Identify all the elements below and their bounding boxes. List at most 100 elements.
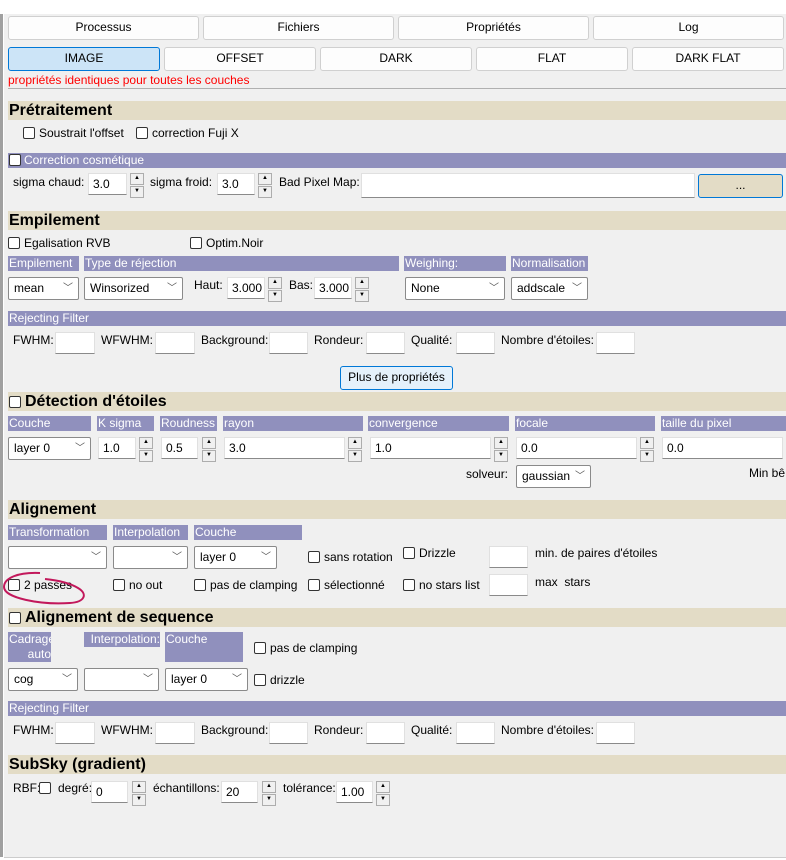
align-layer-select[interactable]: layer 0 ﹀ bbox=[194, 546, 277, 569]
solver-select[interactable]: gaussian ﹀ bbox=[516, 465, 591, 488]
norot-checkbox[interactable] bbox=[308, 551, 320, 563]
transformation-select[interactable]: ﹀ bbox=[8, 546, 107, 569]
wfwhm-input-2[interactable] bbox=[155, 722, 195, 744]
nstars-input-2[interactable] bbox=[596, 722, 635, 744]
transformation-label: Transformation bbox=[8, 525, 107, 540]
rejection-select[interactable]: Winsorized ﹀ bbox=[84, 277, 183, 300]
seq-align-checkbox[interactable] bbox=[9, 612, 21, 624]
nostars-checkbox[interactable] bbox=[403, 579, 415, 591]
tab-flat[interactable]: FLAT bbox=[476, 47, 628, 71]
pixel-size-input[interactable]: 0.0 bbox=[662, 437, 783, 459]
qualite-label-2: Qualité: bbox=[411, 723, 453, 737]
detect-layer-select[interactable]: layer 0 ﹀ bbox=[8, 437, 91, 460]
tolerance-input[interactable]: 1.00 bbox=[336, 781, 373, 803]
tab-dark[interactable]: DARK bbox=[320, 47, 472, 71]
bpm-browse-button[interactable]: ... bbox=[698, 174, 783, 198]
noout-checkbox[interactable] bbox=[113, 579, 125, 591]
tab-dark-flat[interactable]: DARK FLAT bbox=[632, 47, 784, 71]
detection-checkbox[interactable] bbox=[9, 396, 21, 408]
rondeur-input[interactable] bbox=[366, 332, 405, 354]
radius-spinner[interactable]: ▲ ▼ bbox=[348, 437, 362, 462]
sigma-cold-spinner[interactable]: ▲ ▼ bbox=[258, 173, 272, 198]
seq-drizzle-checkbox[interactable] bbox=[254, 674, 266, 686]
divider bbox=[8, 88, 786, 89]
degree-spinner[interactable]: ▲ ▼ bbox=[132, 781, 146, 806]
tab-fichiers[interactable]: Fichiers bbox=[203, 16, 394, 40]
convergence-input[interactable]: 1.0 bbox=[370, 437, 491, 459]
seq-layer-select[interactable]: layer 0 ﹀ bbox=[165, 668, 248, 691]
tab-image[interactable]: IMAGE bbox=[8, 47, 160, 71]
radius-label: rayon bbox=[223, 416, 363, 431]
wfwhm-input[interactable] bbox=[155, 332, 195, 354]
rbf-checkbox[interactable] bbox=[39, 782, 51, 794]
convergence-spinner[interactable]: ▲ ▼ bbox=[494, 437, 508, 462]
fwhm-label-2: FWHM: bbox=[13, 723, 54, 737]
sigma-cold-input[interactable]: 3.0 bbox=[217, 173, 255, 195]
section-alignement: Alignement bbox=[8, 500, 786, 519]
stack-method-select[interactable]: mean ﹀ bbox=[8, 277, 79, 300]
noclamp-checkbox[interactable] bbox=[194, 579, 206, 591]
ksigma-input[interactable]: 1.0 bbox=[98, 437, 136, 459]
qualite-input[interactable] bbox=[456, 332, 495, 354]
crop-label: Cadrage auto bbox=[8, 632, 51, 662]
rejecting-filter-bar: Rejecting Filter bbox=[8, 311, 786, 326]
background-input[interactable] bbox=[269, 332, 308, 354]
fuji-checkbox[interactable] bbox=[136, 127, 148, 139]
rvb-checkbox[interactable] bbox=[8, 237, 20, 249]
background-input-2[interactable] bbox=[269, 722, 308, 744]
sigma-hot-spinner[interactable]: ▲ ▼ bbox=[130, 173, 144, 198]
radius-input[interactable]: 3.0 bbox=[224, 437, 345, 459]
roundness-spinner[interactable]: ▲ ▼ bbox=[202, 437, 216, 462]
focal-spinner[interactable]: ▲ ▼ bbox=[640, 437, 654, 462]
section-empilement: Empilement bbox=[8, 211, 786, 230]
maxstars-input[interactable] bbox=[489, 574, 528, 596]
selected-checkbox[interactable] bbox=[308, 579, 320, 591]
seq-noclamp-checkbox[interactable] bbox=[254, 642, 266, 654]
tolerance-spinner[interactable]: ▲ ▼ bbox=[376, 781, 390, 806]
tab-log[interactable]: Log bbox=[593, 16, 784, 40]
qualite-input-2[interactable] bbox=[456, 722, 495, 744]
samples-spinner[interactable]: ▲ ▼ bbox=[262, 781, 276, 806]
fwhm-input-2[interactable] bbox=[55, 722, 95, 744]
tab-processus[interactable]: Processus bbox=[8, 16, 199, 40]
crop-select[interactable]: cog ﹀ bbox=[8, 668, 78, 691]
convergence-label: convergence bbox=[368, 416, 509, 431]
wfwhm-label: WFWHM: bbox=[101, 333, 153, 347]
drizzle-label: Drizzle bbox=[419, 546, 456, 560]
bas-spinner[interactable]: ▲ ▼ bbox=[355, 277, 369, 302]
haut-input[interactable]: 3.000 bbox=[227, 277, 265, 299]
drizzle-checkbox[interactable] bbox=[403, 547, 415, 559]
annotation-circle bbox=[2, 571, 85, 605]
interpolation-select[interactable]: ﹀ bbox=[113, 546, 188, 569]
tab-proprietes[interactable]: Propriétés bbox=[398, 16, 589, 40]
more-properties-button[interactable]: Plus de propriétés bbox=[340, 366, 453, 390]
noir-checkbox[interactable] bbox=[190, 237, 202, 249]
offset-checkbox[interactable] bbox=[23, 127, 35, 139]
rejecting-filter-bar-2: Rejecting Filter bbox=[8, 701, 786, 716]
degree-input[interactable]: 0 bbox=[91, 781, 128, 803]
weighing-select[interactable]: None ﹀ bbox=[405, 277, 505, 300]
panel-splitter[interactable] bbox=[0, 14, 3, 857]
fwhm-input[interactable] bbox=[55, 332, 95, 354]
bpm-input[interactable] bbox=[361, 173, 695, 198]
align-layer-label: Couche bbox=[194, 525, 302, 540]
nstars-input[interactable] bbox=[596, 332, 635, 354]
maxstars-label: max stars bbox=[535, 575, 591, 589]
background-label-2: Background: bbox=[201, 723, 269, 737]
chevron-down-icon: ﹀ bbox=[572, 283, 582, 294]
samples-input[interactable]: 20 bbox=[221, 781, 258, 803]
roundness-label: Roudness bbox=[160, 416, 217, 431]
haut-spinner[interactable]: ▲ ▼ bbox=[268, 277, 282, 302]
normalisation-select[interactable]: addscale ﹀ bbox=[511, 277, 588, 300]
cosmetic-checkbox[interactable] bbox=[9, 154, 21, 166]
sigma-hot-input[interactable]: 3.0 bbox=[88, 173, 127, 195]
seq-interp-select[interactable]: ﹀ bbox=[84, 668, 159, 691]
roundness-input[interactable]: 0.5 bbox=[161, 437, 198, 459]
focal-input[interactable]: 0.0 bbox=[516, 437, 637, 459]
bas-input[interactable]: 3.000 bbox=[314, 277, 352, 299]
minpairs-input[interactable] bbox=[489, 546, 528, 568]
ksigma-spinner[interactable]: ▲ ▼ bbox=[139, 437, 153, 462]
rondeur-input-2[interactable] bbox=[366, 722, 405, 744]
chevron-down-icon: ﹀ bbox=[143, 674, 153, 685]
tab-offset[interactable]: OFFSET bbox=[164, 47, 316, 71]
